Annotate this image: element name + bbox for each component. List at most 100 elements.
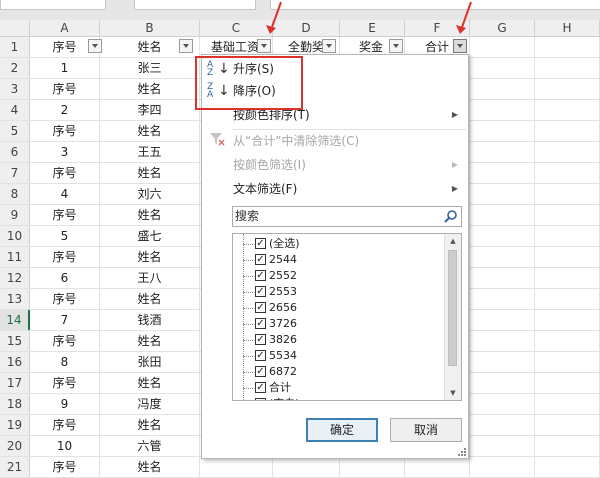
table-cell[interactable]: [470, 268, 535, 288]
table-cell[interactable]: 序号: [30, 415, 100, 435]
row-header[interactable]: 17: [0, 373, 30, 393]
table-cell[interactable]: [535, 310, 600, 330]
table-cell[interactable]: [470, 415, 535, 435]
table-cell[interactable]: [535, 184, 600, 204]
table-cell[interactable]: 序号: [30, 373, 100, 393]
text-filter-item[interactable]: 文本筛选(F) ▶: [202, 178, 468, 200]
table-cell[interactable]: 冯度: [100, 394, 200, 414]
table-cell[interactable]: [535, 205, 600, 225]
checkbox[interactable]: ✓: [255, 254, 266, 265]
table-cell[interactable]: [535, 457, 600, 477]
checkbox[interactable]: ✓: [255, 350, 266, 361]
table-cell[interactable]: 姓名: [100, 205, 200, 225]
filter-by-color-item[interactable]: 按颜色筛选(I) ▶: [202, 154, 468, 176]
table-cell[interactable]: 3: [30, 142, 100, 162]
table-cell[interactable]: [535, 268, 600, 288]
table-cell[interactable]: [470, 184, 535, 204]
table-cell[interactable]: 姓名: [100, 457, 200, 477]
table-cell[interactable]: 序号: [30, 79, 100, 99]
row-header[interactable]: 11: [0, 247, 30, 267]
function-box[interactable]: [134, 0, 256, 10]
checkbox[interactable]: ✓: [255, 318, 266, 329]
table-cell[interactable]: 序号: [30, 457, 100, 477]
table-cell[interactable]: 姓名: [100, 163, 200, 183]
table-cell[interactable]: 序号: [30, 163, 100, 183]
table-cell[interactable]: 姓名: [100, 373, 200, 393]
row-header[interactable]: 16: [0, 352, 30, 372]
table-cell[interactable]: [535, 163, 600, 183]
table-cell[interactable]: [470, 436, 535, 456]
row-header[interactable]: 7: [0, 163, 30, 183]
table-cell[interactable]: [470, 331, 535, 351]
table-cell[interactable]: 姓名: [100, 79, 200, 99]
table-cell[interactable]: 钱酒: [100, 310, 200, 330]
table-cell[interactable]: 姓名: [100, 247, 200, 267]
ok-button[interactable]: 确定: [306, 418, 378, 442]
column-header-b[interactable]: B: [100, 20, 200, 36]
table-cell[interactable]: [535, 58, 600, 78]
table-cell[interactable]: [470, 457, 535, 477]
table-cell[interactable]: [535, 394, 600, 414]
checkbox[interactable]: ✓: [255, 238, 266, 249]
table-cell[interactable]: 10: [30, 436, 100, 456]
table-cell[interactable]: 姓名: [100, 289, 200, 309]
table-cell[interactable]: 序号: [30, 331, 100, 351]
table-cell[interactable]: 张田: [100, 352, 200, 372]
checkbox[interactable]: ✓: [255, 270, 266, 281]
column-header-g[interactable]: G: [470, 20, 535, 36]
table-cell[interactable]: [535, 415, 600, 435]
table-cell[interactable]: [200, 457, 273, 477]
table-cell[interactable]: [535, 79, 600, 99]
column-header-e[interactable]: E: [340, 20, 405, 36]
table-cell[interactable]: 7: [30, 310, 100, 330]
name-box[interactable]: [0, 0, 106, 10]
filter-dropdown-button-f[interactable]: [453, 39, 467, 53]
table-cell[interactable]: 姓名: [100, 415, 200, 435]
table-cell[interactable]: 2: [30, 100, 100, 120]
table-cell[interactable]: 序号: [30, 205, 100, 225]
table-cell[interactable]: [470, 79, 535, 99]
row-header[interactable]: 13: [0, 289, 30, 309]
row-header[interactable]: 18: [0, 394, 30, 414]
select-all-corner[interactable]: [0, 20, 30, 36]
filter-dropdown-button-b[interactable]: [179, 39, 193, 53]
table-cell[interactable]: [535, 247, 600, 267]
cancel-button[interactable]: 取消: [390, 418, 462, 442]
header-cell-g[interactable]: [470, 37, 535, 57]
checkbox[interactable]: ✓: [255, 286, 266, 297]
row-header[interactable]: 15: [0, 331, 30, 351]
table-cell[interactable]: [470, 289, 535, 309]
table-cell[interactable]: [535, 100, 600, 120]
filter-dropdown-button-e[interactable]: [389, 39, 403, 53]
table-cell[interactable]: [470, 310, 535, 330]
row-header[interactable]: 10: [0, 226, 30, 246]
table-cell[interactable]: [470, 394, 535, 414]
checkbox[interactable]: ✓: [255, 302, 266, 313]
table-cell[interactable]: [405, 457, 470, 477]
table-cell[interactable]: [535, 352, 600, 372]
scroll-thumb[interactable]: [448, 250, 457, 366]
row-header[interactable]: 20: [0, 436, 30, 456]
row-header[interactable]: 1: [0, 37, 30, 57]
table-cell[interactable]: 刘六: [100, 184, 200, 204]
table-cell[interactable]: 6: [30, 268, 100, 288]
table-cell[interactable]: [535, 289, 600, 309]
row-header[interactable]: 14: [0, 310, 30, 330]
table-cell[interactable]: 盛七: [100, 226, 200, 246]
row-header[interactable]: 6: [0, 142, 30, 162]
resize-grip-icon[interactable]: [458, 448, 466, 456]
row-header[interactable]: 5: [0, 121, 30, 141]
row-header[interactable]: 19: [0, 415, 30, 435]
table-cell[interactable]: 姓名: [100, 121, 200, 141]
checkbox[interactable]: ✓: [255, 334, 266, 345]
table-cell[interactable]: 序号: [30, 289, 100, 309]
checkbox[interactable]: ✓: [255, 382, 266, 393]
table-cell[interactable]: [535, 142, 600, 162]
scroll-up-icon[interactable]: ▲: [445, 234, 461, 248]
filter-dropdown-button-d[interactable]: [322, 39, 336, 53]
table-cell[interactable]: 序号: [30, 247, 100, 267]
search-input[interactable]: [235, 208, 435, 224]
table-cell[interactable]: 六管: [100, 436, 200, 456]
table-cell[interactable]: 序号: [30, 121, 100, 141]
list-scrollbar[interactable]: ▲ ▼: [444, 234, 461, 400]
